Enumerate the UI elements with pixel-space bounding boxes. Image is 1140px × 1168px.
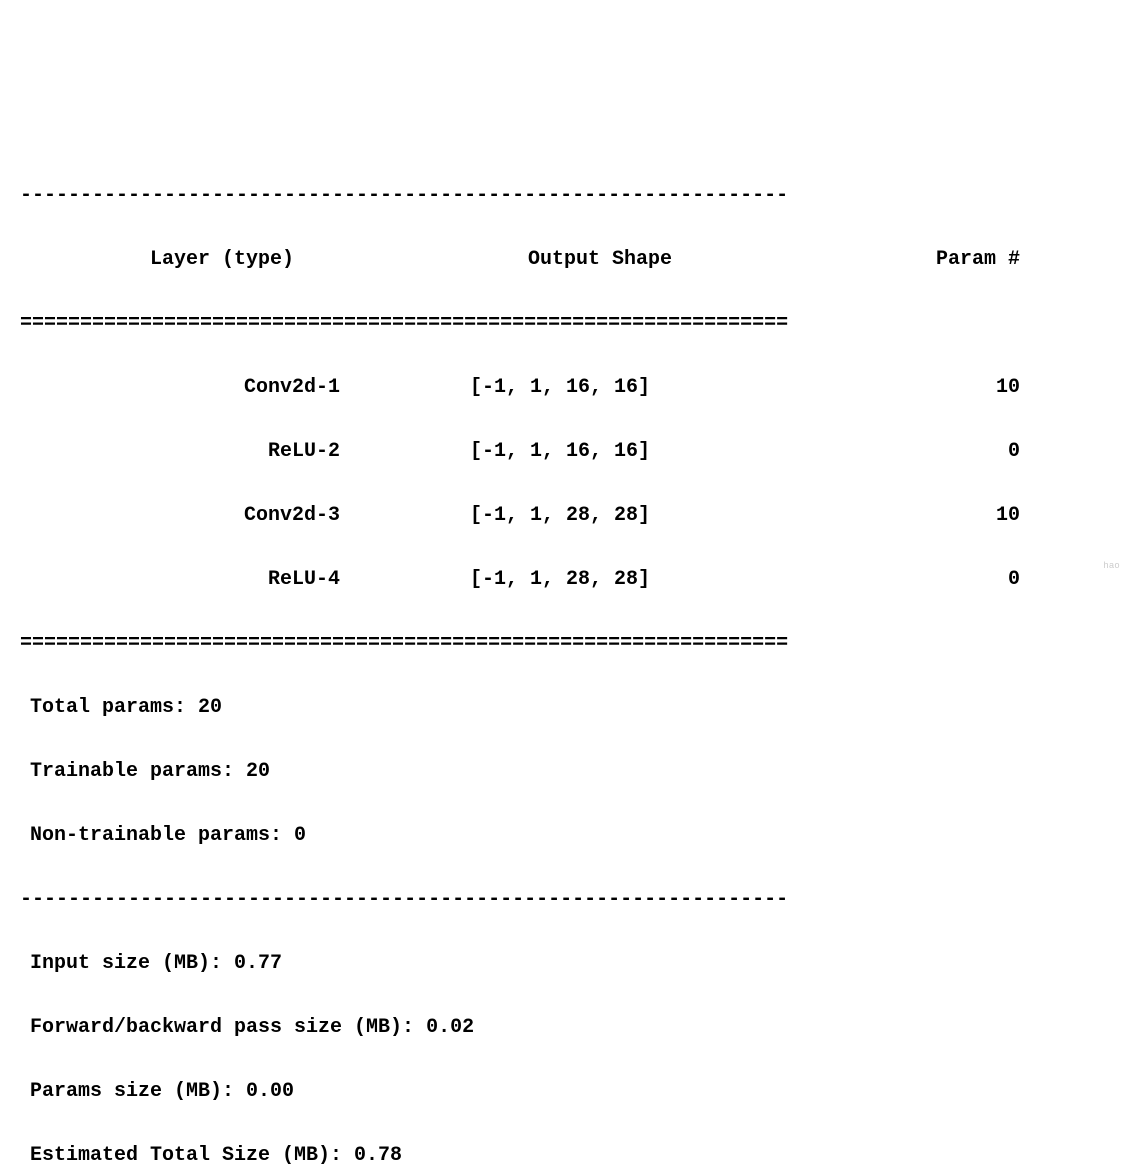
non-trainable-params: Non-trainable params: 0	[20, 820, 1120, 852]
cell-param: 10	[760, 500, 1040, 532]
table-row: Conv2d-1[-1, 1, 16, 16]10	[20, 372, 1120, 404]
col-header-layer: Layer (type)	[20, 244, 360, 276]
divider-body: ========================================…	[20, 628, 1120, 660]
cell-shape: [-1, 1, 16, 16]	[360, 372, 760, 404]
cell-shape: [-1, 1, 16, 16]	[360, 436, 760, 468]
cell-layer: ReLU-2	[20, 436, 360, 468]
divider-header: ========================================…	[20, 308, 1120, 340]
table-row: Conv2d-3[-1, 1, 28, 28]10	[20, 500, 1120, 532]
cell-param: 10	[760, 372, 1040, 404]
cell-param: 0	[760, 436, 1040, 468]
input-size: Input size (MB): 0.77	[20, 948, 1120, 980]
model-summary-output: ----------------------------------------…	[20, 148, 1120, 1168]
total-params: Total params: 20	[20, 692, 1120, 724]
est-total-size: Estimated Total Size (MB): 0.78	[20, 1140, 1120, 1168]
table-header-row: Layer (type)Output ShapeParam #	[20, 244, 1120, 276]
cell-shape: [-1, 1, 28, 28]	[360, 564, 760, 596]
fwd-bwd-size: Forward/backward pass size (MB): 0.02	[20, 1012, 1120, 1044]
params-size: Params size (MB): 0.00	[20, 1076, 1120, 1108]
col-header-shape: Output Shape	[360, 244, 760, 276]
divider-top: ----------------------------------------…	[20, 180, 1120, 212]
table-row: ReLU-4[-1, 1, 28, 28]0	[20, 564, 1120, 596]
table-row: ReLU-2[-1, 1, 16, 16]0	[20, 436, 1120, 468]
col-header-param: Param #	[760, 244, 1040, 276]
cell-layer: ReLU-4	[20, 564, 360, 596]
cell-param: 0	[760, 564, 1040, 596]
cell-layer: Conv2d-3	[20, 500, 360, 532]
cell-shape: [-1, 1, 28, 28]	[360, 500, 760, 532]
watermark-text: hao	[1103, 558, 1120, 572]
cell-layer: Conv2d-1	[20, 372, 360, 404]
divider-mid: ----------------------------------------…	[20, 884, 1120, 916]
trainable-params: Trainable params: 20	[20, 756, 1120, 788]
